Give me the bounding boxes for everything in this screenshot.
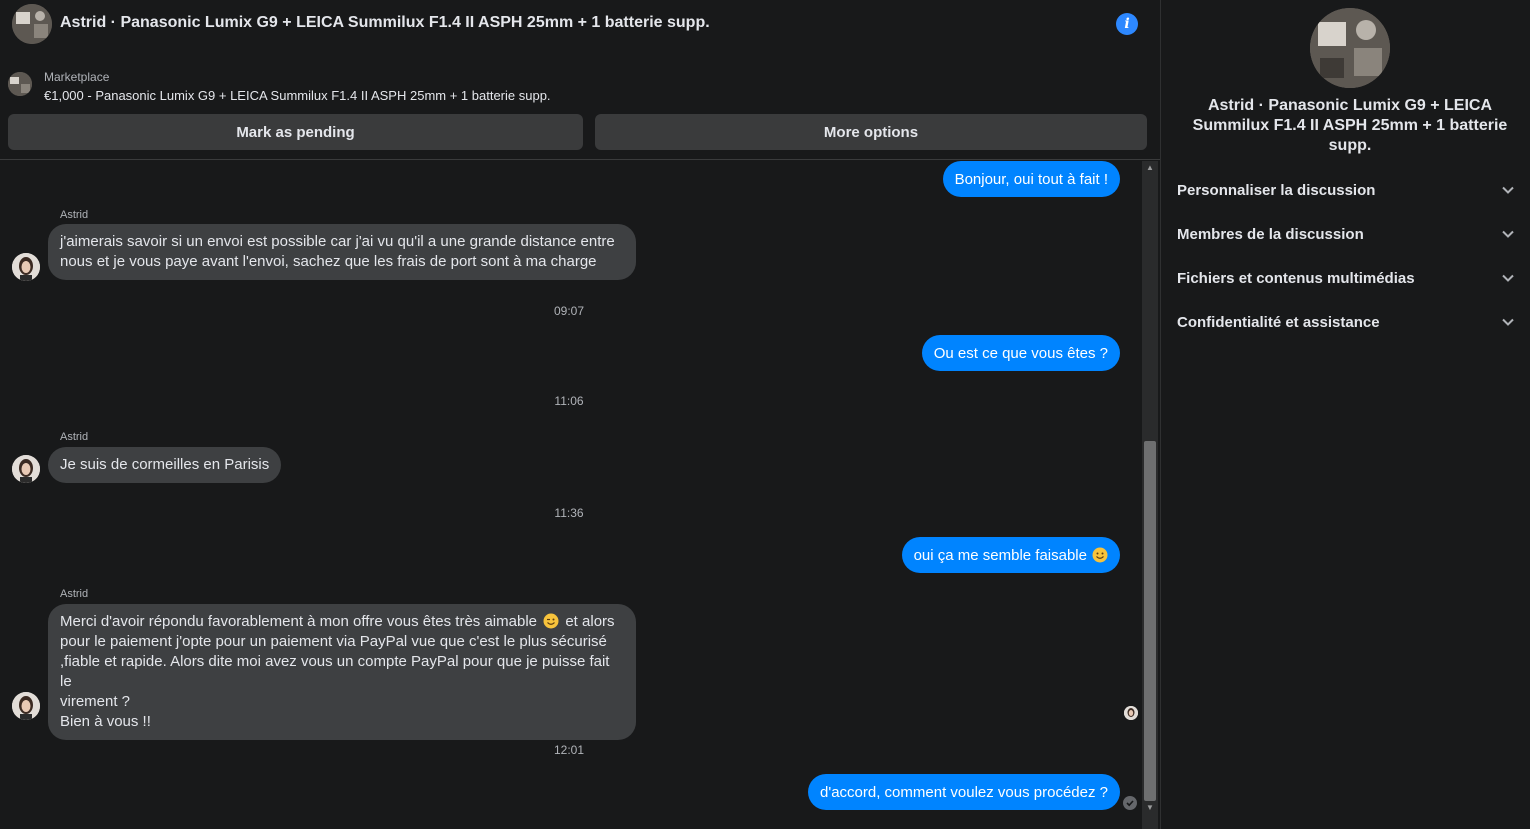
message-line: virement ? xyxy=(60,693,131,710)
sent-check-icon xyxy=(1123,796,1137,810)
timestamp: 12:01 xyxy=(553,743,585,757)
message-line: j'aimerais savoir si un envoi est possib… xyxy=(60,233,615,250)
marketplace-label: Marketplace xyxy=(44,70,110,84)
chevron-down-icon xyxy=(1501,183,1515,197)
side-panel-title: Astrid · Panasonic Lumix G9 + LEICA Summ… xyxy=(1192,97,1508,154)
message-line: Bien à vous !! xyxy=(60,713,151,730)
outgoing-message[interactable]: d'accord, comment voulez vous procédez ? xyxy=(807,774,1120,810)
message-line: nous et je vous paye avant l'envoi, sach… xyxy=(60,253,597,270)
sender-avatar[interactable] xyxy=(12,455,40,483)
chat-main: Astrid · Panasonic Lumix G9 + LEICA Summ… xyxy=(0,0,1160,829)
message-line: pour le paiement j'opte pour un paiement… xyxy=(60,633,607,650)
message-text: oui ça me semble faisable xyxy=(913,546,1087,564)
section-label: Confidentialité et assistance xyxy=(1177,313,1380,331)
outgoing-message[interactable]: Bonjour, oui tout à fait ! xyxy=(942,161,1120,197)
listing-thumbnail[interactable] xyxy=(8,72,32,96)
privacy-support-section[interactable]: Confidentialité et assistance xyxy=(1169,302,1523,342)
conversation-avatar[interactable] xyxy=(12,4,52,44)
message-thread[interactable]: Bonjour, oui tout à fait ! Astrid j'aime… xyxy=(0,161,1142,829)
scroll-up-icon[interactable]: ▲ xyxy=(1145,163,1155,173)
sender-name: Astrid xyxy=(60,588,89,600)
incoming-message[interactable]: Je suis de cormeilles en Parisis xyxy=(48,447,282,483)
section-label: Personnaliser la discussion xyxy=(1177,181,1376,199)
message-line: ,fiable et rapide. Alors dite moi avez v… xyxy=(60,653,610,690)
conversation-avatar-large[interactable] xyxy=(1310,8,1390,88)
chat-header: Astrid · Panasonic Lumix G9 + LEICA Summ… xyxy=(0,0,1160,160)
more-options-button[interactable]: More options xyxy=(595,114,1147,150)
section-label: Fichiers et contenus multimédias xyxy=(1177,269,1415,287)
seen-avatar xyxy=(1124,706,1138,720)
customize-chat-section[interactable]: Personnaliser la discussion xyxy=(1169,170,1523,210)
scroll-thumb[interactable] xyxy=(1144,441,1156,801)
smiling-emoji-icon xyxy=(1092,547,1108,563)
message-line: Je suis de cormeilles en Parisis xyxy=(60,456,270,473)
winking-emoji-icon xyxy=(543,613,559,629)
chevron-down-icon xyxy=(1501,315,1515,329)
scroll-down-icon[interactable]: ▼ xyxy=(1145,803,1155,813)
incoming-message[interactable]: j'aimerais savoir si un envoi est possib… xyxy=(48,224,636,280)
section-label: Membres de la discussion xyxy=(1177,225,1364,243)
mark-as-pending-button[interactable]: Mark as pending xyxy=(8,114,583,150)
info-icon[interactable]: i xyxy=(1116,13,1138,35)
timestamp: 11:06 xyxy=(554,394,584,408)
timestamp: 11:36 xyxy=(554,506,584,520)
outgoing-message[interactable]: oui ça me semble faisable xyxy=(901,537,1120,573)
sender-avatar[interactable] xyxy=(12,253,40,281)
media-files-section[interactable]: Fichiers et contenus multimédias xyxy=(1169,258,1523,298)
conversation-details-panel: Astrid · Panasonic Lumix G9 + LEICA Summ… xyxy=(1160,0,1530,829)
sender-name: Astrid xyxy=(60,209,89,221)
incoming-message[interactable]: Merci d'avoir répondu favorablement à mo… xyxy=(48,604,636,740)
sender-avatar[interactable] xyxy=(12,692,40,720)
chevron-down-icon xyxy=(1501,227,1515,241)
chevron-down-icon xyxy=(1501,271,1515,285)
chat-members-section[interactable]: Membres de la discussion xyxy=(1169,214,1523,254)
conversation-title: Astrid · Panasonic Lumix G9 + LEICA Summ… xyxy=(60,14,710,31)
listing-title[interactable]: €1,000 - Panasonic Lumix G9 + LEICA Summ… xyxy=(44,88,551,103)
outgoing-message[interactable]: Ou est ce que vous êtes ? xyxy=(921,335,1120,371)
thread-scrollbar[interactable]: ▲ ▼ xyxy=(1142,161,1158,829)
timestamp: 09:07 xyxy=(553,304,585,318)
message-line: Merci d'avoir répondu favorablement à mo… xyxy=(60,613,615,630)
sender-name: Astrid xyxy=(60,431,89,443)
